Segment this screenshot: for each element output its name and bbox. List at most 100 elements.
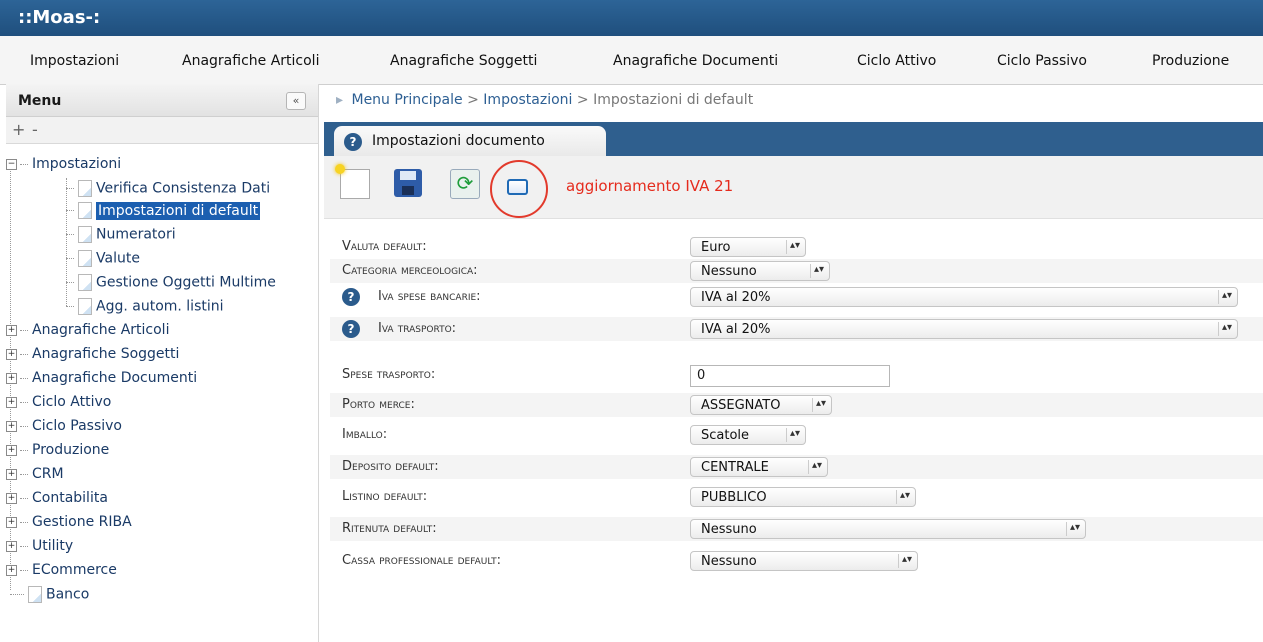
ritenuta-select[interactable]: Nessuno ▴▾	[690, 519, 1086, 539]
document-icon	[78, 274, 92, 291]
imballo-select[interactable]: Scatole ▴▾	[690, 425, 806, 445]
listino-select[interactable]: PUBBLICO ▴▾	[690, 487, 916, 507]
select-divider	[810, 264, 811, 278]
tree-node-contabilita[interactable]: + Contabilita	[6, 490, 108, 506]
menu-anagrafiche-soggetti[interactable]: Anagrafiche Soggetti	[390, 53, 537, 69]
tree-item-banco[interactable]: Banco	[10, 586, 89, 603]
iva-spese-select[interactable]: IVA al 20% ▴▾	[690, 287, 1238, 307]
tree-node-impostazioni[interactable]: − Impostazioni	[6, 156, 121, 172]
sidebar-title: Menu	[18, 93, 62, 109]
expand-node-icon[interactable]: +	[6, 348, 17, 360]
tree-node-label: Gestione RIBA	[32, 514, 132, 530]
toolbar: ⟳	[324, 156, 1263, 219]
expand-node-icon[interactable]: +	[6, 372, 17, 384]
tree-connector	[20, 377, 28, 379]
tree-node-ciclo-attivo[interactable]: + Ciclo Attivo	[6, 394, 111, 410]
categoria-select[interactable]: Nessuno ▴▾	[690, 261, 830, 281]
expand-node-icon[interactable]: +	[6, 516, 17, 528]
tree-node-ecommerce[interactable]: + ECommerce	[6, 562, 117, 578]
tree-node-anagrafiche-articoli[interactable]: + Anagrafiche Articoli	[6, 322, 169, 338]
tree-connector	[20, 329, 28, 331]
tree-node-label: Anagrafiche Documenti	[32, 370, 198, 386]
collapse-sidebar-button[interactable]: «	[286, 92, 306, 110]
expand-node-icon[interactable]: +	[6, 468, 17, 480]
expand-all-button[interactable]: +	[12, 120, 25, 139]
select-value: Nessuno	[701, 522, 757, 537]
tree-node-label: Ciclo Passivo	[32, 418, 122, 434]
select-arrows-icon: ▴▾	[813, 264, 824, 275]
help-icon[interactable]: ?	[342, 288, 360, 306]
help-icon[interactable]: ?	[342, 320, 360, 338]
menu-impostazioni[interactable]: Impostazioni	[30, 53, 119, 69]
breadcrumb-separator: >	[467, 92, 479, 108]
tree-node-anagrafiche-documenti[interactable]: + Anagrafiche Documenti	[6, 370, 197, 386]
tree-node-label: Anagrafiche Articoli	[32, 322, 170, 338]
save-icon[interactable]	[394, 169, 422, 197]
listino-label: Listino default:	[342, 489, 428, 504]
valuta-label: Valuta default:	[342, 239, 427, 254]
tree-connector	[20, 473, 28, 475]
tree-item-verifica-consistenza[interactable]: Verifica Consistenza Dati	[66, 180, 270, 197]
expand-node-icon[interactable]: +	[6, 396, 17, 408]
select-divider	[1218, 290, 1219, 304]
iva-trasporto-select[interactable]: IVA al 20% ▴▾	[690, 319, 1238, 339]
expand-node-icon[interactable]: +	[6, 420, 17, 432]
valuta-select[interactable]: Euro ▴▾	[690, 237, 806, 257]
select-value: ASSEGNATO	[701, 398, 781, 413]
porto-select[interactable]: ASSEGNATO ▴▾	[690, 395, 832, 415]
tree-node-label: Impostazioni	[32, 156, 122, 172]
update-iva-button[interactable]	[490, 160, 548, 218]
spese-trasporto-input[interactable]: 0	[690, 365, 890, 387]
expand-node-icon[interactable]: +	[6, 492, 17, 504]
form-row-ritenuta: Ritenuta default: Nessuno ▴▾	[330, 517, 1263, 541]
imballo-label: Imballo:	[342, 427, 388, 442]
menu-produzione[interactable]: Produzione	[1152, 53, 1229, 69]
breadcrumb-menu-principale[interactable]: Menu Principale	[351, 92, 462, 108]
new-document-icon[interactable]	[335, 164, 370, 199]
tree-item-label: Agg. autom. listini	[96, 298, 224, 315]
select-arrows-icon: ▴▾	[789, 428, 800, 439]
refresh-icon[interactable]: ⟳	[450, 169, 480, 199]
tree-node-ciclo-passivo[interactable]: + Ciclo Passivo	[6, 418, 122, 434]
tree-connector	[20, 163, 28, 165]
menu-anagrafiche-documenti[interactable]: Anagrafiche Documenti	[613, 53, 778, 69]
tree-node-label: Contabilita	[32, 490, 108, 506]
tree-node-produzione[interactable]: + Produzione	[6, 442, 109, 458]
select-arrows-icon: ▴▾	[1069, 522, 1080, 533]
cassa-select[interactable]: Nessuno ▴▾	[690, 551, 918, 571]
expand-node-icon[interactable]: +	[6, 540, 17, 552]
spese-trasporto-label: Spese trasporto:	[342, 367, 436, 382]
collapse-all-button[interactable]: -	[32, 120, 38, 139]
menu-ciclo-passivo[interactable]: Ciclo Passivo	[997, 53, 1087, 69]
tree-node-gestione-riba[interactable]: + Gestione RIBA	[6, 514, 132, 530]
tree-item-gestione-oggetti[interactable]: Gestione Oggetti Multime	[66, 274, 276, 291]
form-row-deposito: Deposito default: CENTRALE ▴▾	[330, 455, 1263, 479]
update-notice: aggiornamento IVA 21	[566, 177, 734, 195]
tree-node-label: Ciclo Attivo	[32, 394, 112, 410]
tree-node-label: Utility	[32, 538, 74, 554]
tree-item-valute[interactable]: Valute	[66, 250, 140, 267]
expand-node-icon[interactable]: +	[6, 324, 17, 336]
porto-label: Porto merce:	[342, 397, 415, 412]
select-value: Scatole	[701, 428, 750, 443]
document-icon	[78, 250, 92, 267]
deposito-select[interactable]: CENTRALE ▴▾	[690, 457, 828, 477]
menu-ciclo-attivo[interactable]: Ciclo Attivo	[857, 53, 936, 69]
expand-node-icon[interactable]: +	[6, 564, 17, 576]
form-row-iva-trasporto: ? Iva trasporto: IVA al 20% ▴▾	[330, 317, 1263, 341]
select-value: IVA al 20%	[701, 322, 771, 337]
expand-node-icon[interactable]: +	[6, 444, 17, 456]
tree-item-impostazioni-default[interactable]: Impostazioni di default	[66, 201, 261, 220]
breadcrumb-impostazioni[interactable]: Impostazioni	[483, 92, 572, 108]
collapse-node-icon[interactable]: −	[6, 158, 17, 170]
tree-node-anagrafiche-soggetti[interactable]: + Anagrafiche Soggetti	[6, 346, 179, 362]
tree-node-crm[interactable]: + CRM	[6, 466, 64, 482]
help-icon[interactable]: ?	[344, 133, 362, 151]
tree-connector	[20, 449, 28, 451]
tree-item-numeratori[interactable]: Numeratori	[66, 226, 176, 243]
breadcrumb-current: Impostazioni di default	[593, 92, 754, 108]
menu-anagrafiche-articoli[interactable]: Anagrafiche Articoli	[182, 53, 319, 69]
tree-node-utility[interactable]: + Utility	[6, 538, 73, 554]
tab-impostazioni-documento[interactable]: ? Impostazioni documento	[334, 126, 606, 156]
tree-item-agg-listini[interactable]: Agg. autom. listini	[66, 298, 224, 315]
